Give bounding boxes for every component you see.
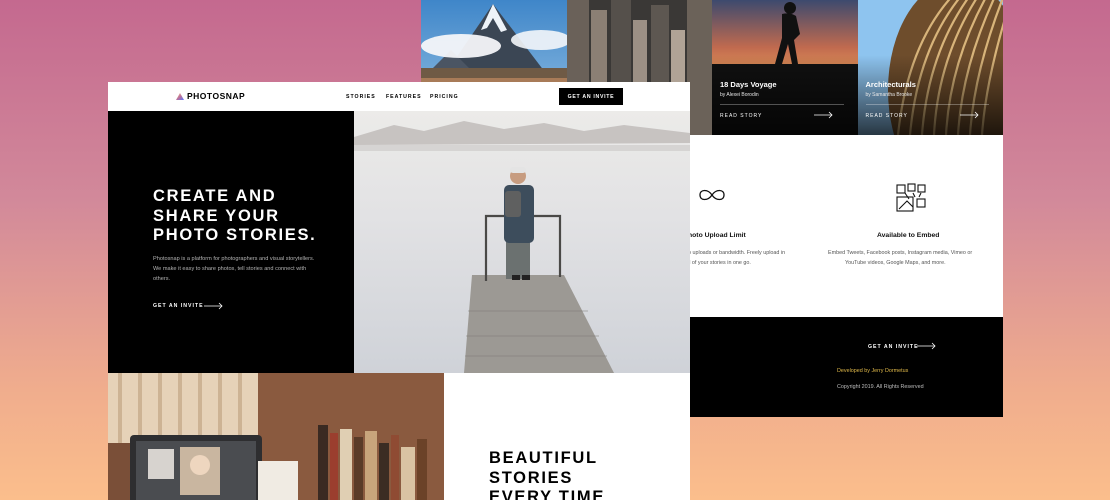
story-card-architecture[interactable]: Architecturals by Samantha Brooke READ S… (857, 0, 1003, 135)
desk-photo (108, 373, 444, 500)
arrow-right-icon (917, 342, 936, 350)
logo-triangle-icon (176, 92, 184, 100)
get-invite-button[interactable]: GET AN INVITE (559, 88, 623, 105)
read-story-link[interactable]: READ STORY (720, 113, 762, 119)
hero-get-invite-link[interactable]: GET AN INVITE (153, 303, 204, 309)
story-author: by Alexei Borodin (720, 92, 759, 98)
divider (720, 104, 844, 105)
story-card-voyage[interactable]: 18 Days Voyage by Alexei Borodin READ ST… (712, 0, 858, 135)
brand-name: PHOTOSNAP (187, 91, 246, 101)
photosnap-homepage: PHOTOSNAP STORIES FEATURES PRICING GET A… (108, 82, 690, 500)
footer-cta-link[interactable]: GET AN INVITE (868, 344, 919, 350)
read-story-link[interactable]: READ STORY (866, 113, 908, 119)
hero-text-panel: CREATE AND SHARE YOUR PHOTO STORIES. Pho… (108, 111, 354, 373)
infinity-icon (699, 189, 725, 201)
lake-pier-photo (354, 111, 690, 373)
feature-title: hoto Upload Limit (688, 232, 746, 239)
footer-copyright: Copyright 2019. All Rights Reserved (837, 384, 924, 390)
feature-desc-line: o uploads or bandwidth. Freely upload in (688, 250, 786, 256)
navbar: PHOTOSNAP STORIES FEATURES PRICING GET A… (108, 82, 690, 111)
desk-image (108, 373, 444, 500)
feature-desc-line: Embed Tweets, Facebook posts, Instagram … (828, 250, 973, 256)
divider (865, 104, 989, 105)
nav-link-stories[interactable]: STORIES (346, 94, 376, 100)
hero-heading: CREATE AND SHARE YOUR PHOTO STORIES. (153, 187, 317, 244)
footer: GET AN INVITE Developed by Jerry Dormetu… (690, 317, 1003, 417)
feature-desc-line: YouTube videos, Google Maps, and more. (845, 260, 946, 266)
story-title: Architecturals (865, 80, 916, 89)
section-heading: BEAUTIFUL STORIES EVERY TIME (489, 449, 606, 500)
story-author: by Samantha Brooke (865, 92, 913, 98)
arrow-right-icon (814, 111, 833, 119)
feature-title: Available to Embed (877, 232, 940, 239)
arrow-right-icon (959, 111, 979, 119)
embed-icon (896, 183, 926, 212)
hero-description: Photosnap is a platform for photographer… (153, 256, 315, 282)
nav-link-pricing[interactable]: PRICING (430, 94, 459, 100)
story-title: 18 Days Voyage (720, 80, 777, 89)
footer-credit[interactable]: Developed by Jerry Dormetus (837, 368, 908, 374)
brand-logo[interactable]: PHOTOSNAP (176, 91, 245, 101)
arrow-right-icon (204, 302, 223, 310)
nav-link-features[interactable]: FEATURES (386, 94, 422, 100)
features-section: hoto Upload Limit o uploads or bandwidth… (688, 135, 1003, 317)
stories-intro-panel: BEAUTIFUL STORIES EVERY TIME (444, 373, 690, 500)
hero-image (354, 111, 690, 373)
feature-desc-line: ll of your stories in one go. (688, 260, 751, 266)
